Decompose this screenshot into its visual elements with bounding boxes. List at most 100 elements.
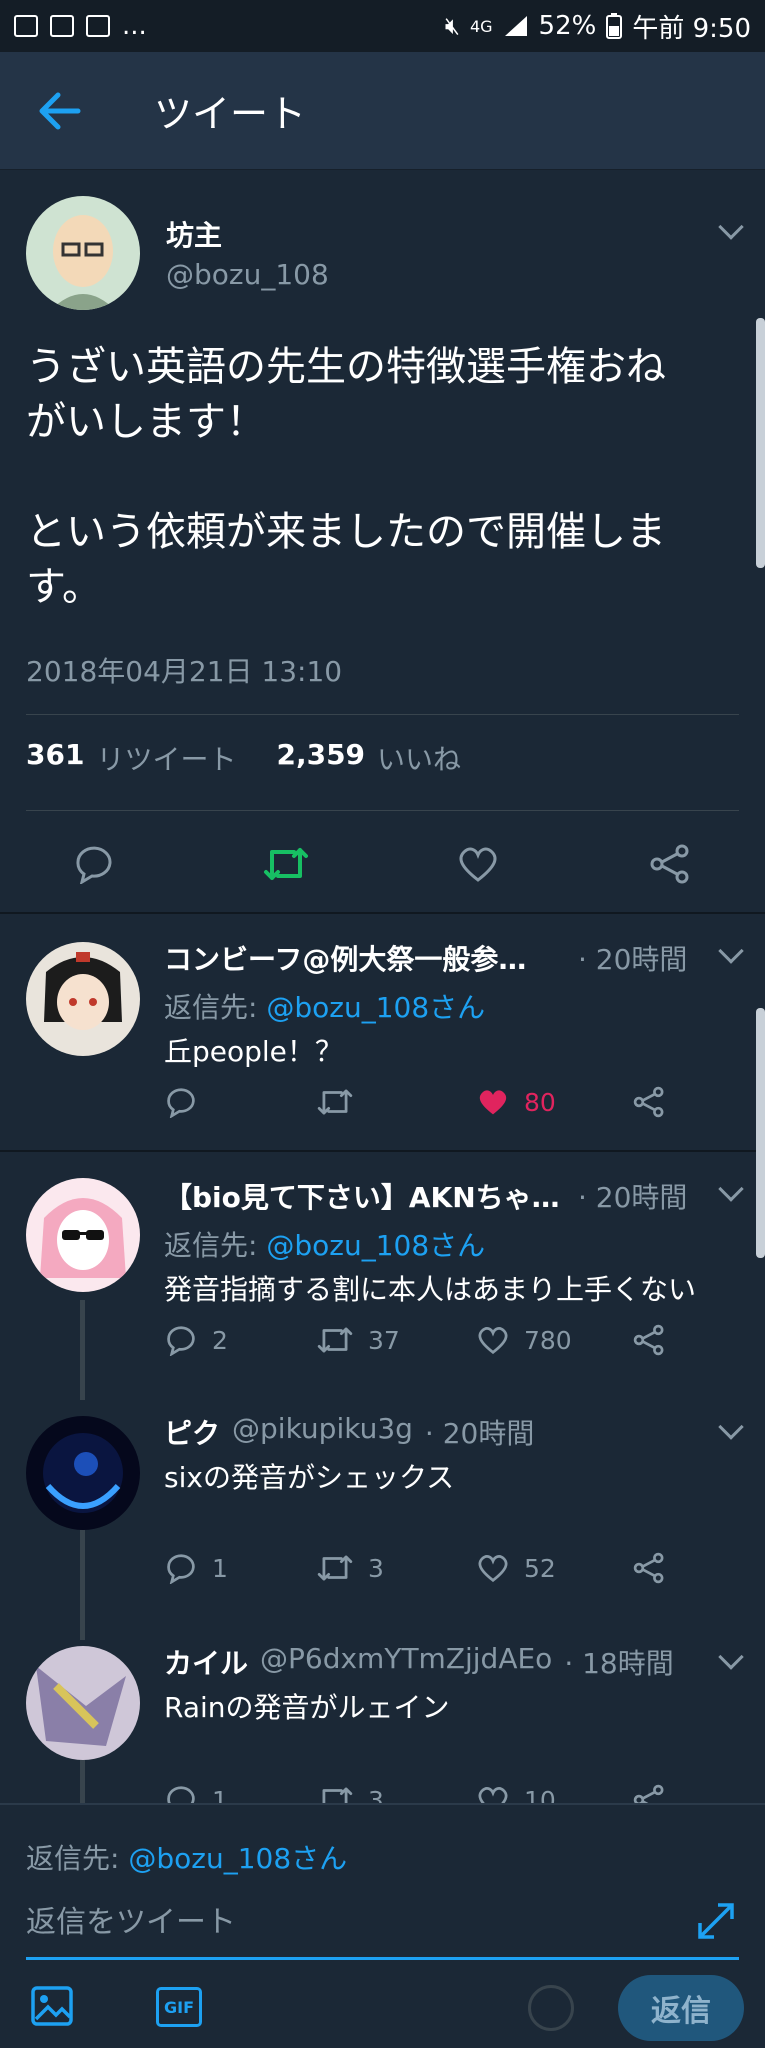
chevron-down-icon xyxy=(718,214,744,240)
tweet-text-line: す。 xyxy=(26,564,102,610)
avatar[interactable] xyxy=(26,196,140,310)
tweet-stats: 361 リツイート 2,359 いいね xyxy=(26,738,461,778)
reply-tweet[interactable]: 【bio見て下さい】AKNちゃ… · 20時間 返信先: @bozu_108さん… xyxy=(0,1152,765,1380)
character-counter xyxy=(528,1985,574,2031)
author-handle[interactable]: @bozu_108 xyxy=(166,258,329,291)
tweet-timestamp: 2018年04月21日 13:10 xyxy=(26,655,343,688)
reply-button[interactable]: 2 xyxy=(164,1324,228,1356)
scrollbar[interactable] xyxy=(756,318,765,568)
app-header: ツイート xyxy=(0,52,765,170)
page-title: ツイート xyxy=(154,92,307,136)
reply-icon xyxy=(167,1088,195,1118)
reply-input[interactable] xyxy=(26,1905,666,1940)
chevron-down-icon xyxy=(718,1644,744,1670)
main-tweet: 坊主 @bozu_108 うざい英語の先生の特徴選手権おね がいします！ という… xyxy=(0,170,765,912)
like-count: 780 xyxy=(524,1325,572,1355)
reply-button[interactable] xyxy=(164,1086,198,1118)
back-button[interactable] xyxy=(0,52,120,170)
reply-menu-button[interactable] xyxy=(716,938,746,972)
share-button[interactable] xyxy=(632,1552,666,1584)
share-button[interactable] xyxy=(632,1086,666,1118)
reply-button[interactable]: 1 xyxy=(164,1784,228,1803)
retweet-label[interactable]: リツイート xyxy=(96,738,236,778)
reply-text: sixの発音がシェックス xyxy=(164,1461,455,1494)
avatar[interactable] xyxy=(26,942,140,1056)
retweet-button[interactable] xyxy=(316,1086,354,1118)
tweet-menu-button[interactable] xyxy=(716,214,746,248)
reply-icon xyxy=(167,1326,195,1356)
like-button[interactable]: 10 xyxy=(476,1784,556,1803)
retweet-count: 3 xyxy=(368,1553,384,1583)
reply-menu-button[interactable] xyxy=(716,1176,746,1210)
tweet-text-line: うざい英語の先生の特徴選手権おね xyxy=(26,344,666,390)
reply-icon xyxy=(167,1554,195,1584)
reply-tweet[interactable]: カイル @P6dxmYTmZjjdAEo · 18時間 Rainの発音がルェイン… xyxy=(0,1620,765,1803)
like-button[interactable] xyxy=(456,844,500,888)
reply-author-handle[interactable]: @P6dxmYTmZjjdAEo xyxy=(260,1642,552,1682)
reply-author-name[interactable]: 【bio見て下さい】AKNちゃ… xyxy=(164,1176,560,1216)
reply-time: · 20時間 xyxy=(424,1417,535,1450)
avatar[interactable] xyxy=(26,1416,140,1530)
retweet-icon xyxy=(264,848,308,880)
like-count: 80 xyxy=(524,1087,556,1117)
reply-button[interactable] xyxy=(72,844,116,888)
reply-author-handle[interactable]: @pikupiku3g xyxy=(232,1412,413,1452)
tweet-text-line: という依頼が来ましたので開催しま xyxy=(26,509,666,555)
retweet-count[interactable]: 361 xyxy=(26,738,84,778)
reply-count: 1 xyxy=(212,1785,228,1804)
share-icon xyxy=(633,1324,664,1356)
like-button[interactable]: 52 xyxy=(476,1552,556,1584)
reply-author-name[interactable]: ピク xyxy=(164,1412,220,1452)
composer-reply-to: 返信先: @bozu_108さん xyxy=(26,1837,347,1877)
reply-submit-button[interactable]: 返信 xyxy=(618,1975,744,2041)
reply-actions: 80 xyxy=(164,1086,724,1126)
reply-text: Rainの発音がルェイン xyxy=(164,1691,450,1724)
add-gif-button[interactable]: GIF xyxy=(156,1987,202,2027)
scrollbar[interactable] xyxy=(756,1008,765,1258)
expand-icon xyxy=(698,1903,734,1939)
reply-to-mention[interactable]: @bozu_108さん xyxy=(266,1229,485,1262)
expand-button[interactable] xyxy=(696,1901,736,1945)
avatar[interactable] xyxy=(26,1178,140,1292)
image-icon xyxy=(31,1986,73,2026)
like-button[interactable]: 80 xyxy=(476,1086,556,1118)
reply-actions: 1 3 52 xyxy=(164,1552,724,1592)
avatar[interactable] xyxy=(26,1646,140,1760)
retweet-button[interactable]: 3 xyxy=(316,1784,384,1803)
retweet-button[interactable] xyxy=(262,844,310,888)
share-icon xyxy=(650,844,689,884)
add-photo-button[interactable] xyxy=(30,1985,74,2031)
share-button[interactable] xyxy=(632,1324,666,1356)
like-count[interactable]: 2,359 xyxy=(276,738,365,778)
reply-author-name[interactable]: カイル xyxy=(164,1642,248,1682)
like-label[interactable]: いいね xyxy=(377,738,461,778)
reply-menu-button[interactable] xyxy=(716,1414,746,1448)
reply-actions: 1 3 10 xyxy=(164,1784,724,1803)
retweet-button[interactable]: 3 xyxy=(316,1552,384,1584)
heart-filled-icon xyxy=(479,1090,507,1115)
chevron-down-icon xyxy=(718,938,744,964)
reply-button[interactable]: 1 xyxy=(164,1552,228,1584)
reply-author-name[interactable]: コンビーフ@例大祭一般参… xyxy=(164,938,526,978)
retweet-count: 3 xyxy=(368,1785,384,1804)
reply-tweet[interactable]: コンビーフ@例大祭一般参… · 20時間 返信先: @bozu_108さん 丘p… xyxy=(0,914,765,1150)
reply-to-mention[interactable]: @bozu_108さん xyxy=(266,991,485,1024)
reply-icon xyxy=(167,1786,195,1803)
retweet-button[interactable]: 37 xyxy=(316,1324,400,1356)
share-button[interactable] xyxy=(632,1784,666,1803)
signal-icon xyxy=(504,16,527,36)
gif-label: GIF xyxy=(163,1997,194,2017)
back-arrow-icon xyxy=(39,92,81,129)
reply-menu-button[interactable] xyxy=(716,1644,746,1678)
reply-to-prefix: 返信先: xyxy=(164,991,258,1024)
like-button[interactable]: 780 xyxy=(476,1324,572,1356)
tweet-text: うざい英語の先生の特徴選手権おね がいします！ という依頼が来ましたので開催しま… xyxy=(26,340,746,615)
author-name[interactable]: 坊主 xyxy=(166,214,222,254)
reply-text: 丘people！？ xyxy=(164,1035,343,1068)
contact-notification-icon xyxy=(86,15,110,37)
share-button[interactable] xyxy=(648,844,692,888)
retweet-icon xyxy=(317,1555,353,1581)
reply-to-mention[interactable]: @bozu_108さん xyxy=(128,1842,347,1875)
reply-tweet[interactable]: ピク @pikupiku3g · 20時間 sixの発音がシェックス 1 3 5… xyxy=(0,1390,765,1610)
reply-to-line: 返信先: @bozu_108さん xyxy=(164,1224,485,1264)
